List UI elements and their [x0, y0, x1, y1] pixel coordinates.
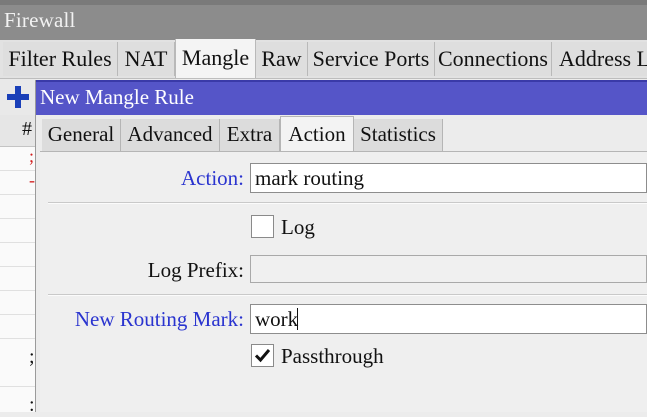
comment-marker: :: [29, 394, 35, 416]
tab-raw[interactable]: Raw: [256, 42, 308, 76]
list-row-divider: [0, 194, 36, 195]
title-bar-strip: [0, 0, 647, 5]
add-icon[interactable]: [5, 84, 31, 110]
action-select[interactable]: mark routing: [250, 163, 647, 193]
log-prefix-label: Log Prefix:: [147, 258, 244, 282]
tab-extra[interactable]: Extra: [220, 119, 280, 151]
section-divider-highlight: [48, 295, 647, 296]
firewall-window-title: Firewall: [4, 8, 76, 32]
disabled-marker: ;: [29, 146, 35, 166]
tab-advanced[interactable]: Advanced: [121, 119, 220, 151]
tab-mangle[interactable]: Mangle: [175, 39, 256, 78]
list-row-divider: [0, 242, 36, 243]
tab-action[interactable]: Action: [280, 116, 354, 152]
list-row-divider: [0, 218, 36, 219]
list-row-divider: [0, 314, 36, 315]
log-prefix-field[interactable]: [250, 255, 647, 283]
tab-statistics[interactable]: Statistics: [354, 119, 443, 151]
text-caret: [297, 308, 298, 330]
firewall-title-bar: [0, 0, 647, 40]
tab-nat[interactable]: NAT: [118, 42, 175, 76]
tab-general[interactable]: General: [42, 119, 121, 151]
comment-marker: ;: [29, 346, 35, 368]
action-label: Action:: [181, 166, 244, 190]
log-label: Log: [281, 215, 315, 239]
list-row-divider: [0, 266, 36, 267]
dialog-title: New Mangle Rule: [40, 85, 194, 109]
tab-address-lists[interactable]: Address L: [552, 42, 647, 76]
list-row-divider: [0, 386, 36, 387]
dialog-title-edge: [36, 80, 647, 82]
new-routing-mark-label: New Routing Mark:: [74, 307, 244, 331]
disabled-marker: -: [29, 170, 35, 190]
list-row-divider: [0, 338, 36, 339]
passthrough-label: Passthrough: [281, 344, 384, 368]
checkmark-icon: [254, 349, 271, 363]
routing-mark-field[interactable]: work: [250, 304, 647, 334]
list-row-divider: [0, 290, 36, 291]
log-checkbox[interactable]: [251, 215, 274, 238]
tab-filter-rules[interactable]: Filter Rules: [3, 42, 118, 76]
tab-connections[interactable]: Connections: [435, 42, 552, 76]
list-hash-label: #: [22, 118, 32, 140]
passthrough-checkbox[interactable]: [251, 344, 274, 367]
section-divider-highlight: [48, 203, 647, 204]
tab-service-ports[interactable]: Service Ports: [308, 42, 435, 76]
routing-mark-value: work: [255, 307, 299, 331]
